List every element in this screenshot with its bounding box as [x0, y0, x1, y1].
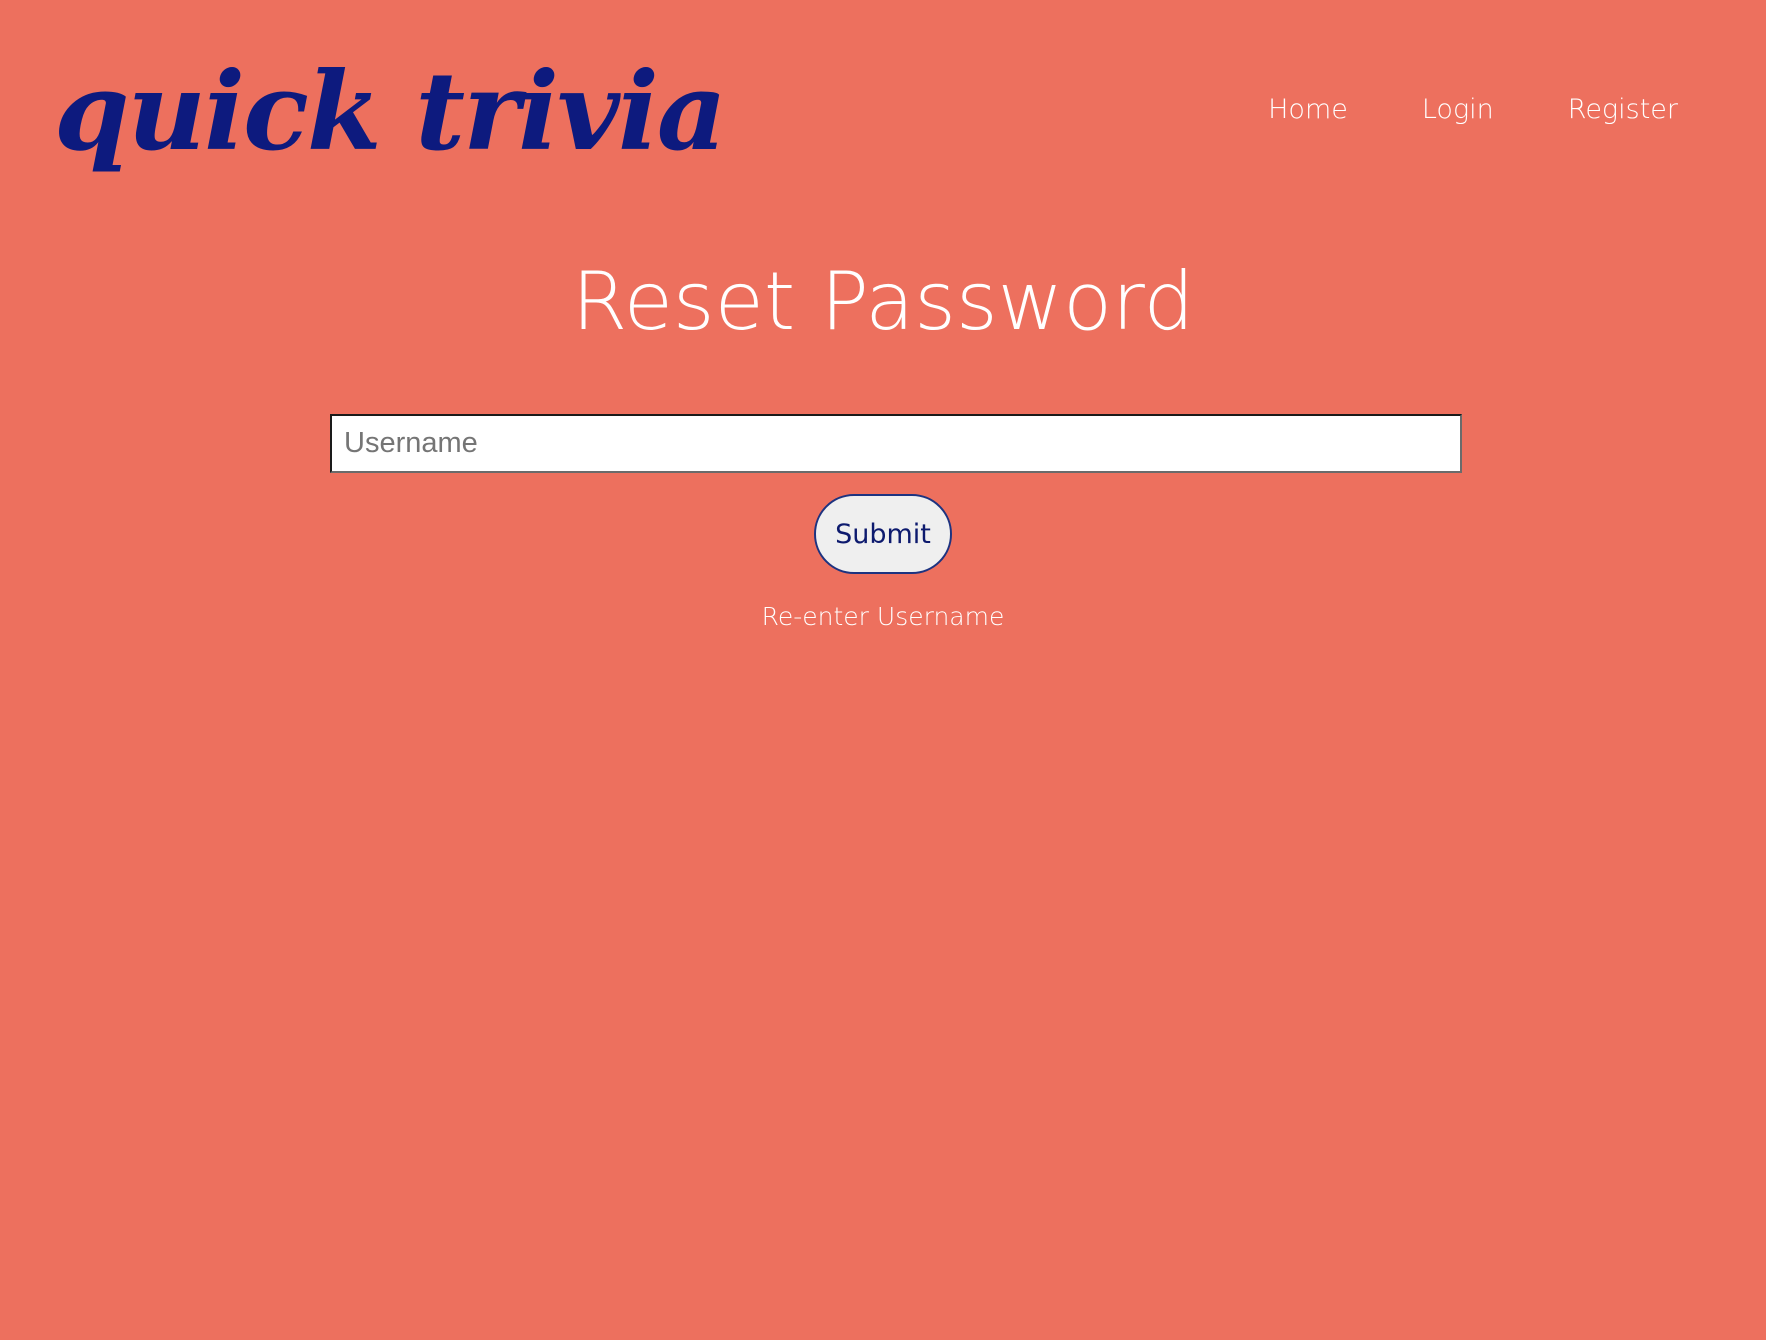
nav-login-link[interactable]: Login — [1422, 94, 1494, 125]
site-logo[interactable]: quick trivia — [54, 58, 727, 166]
reenter-username-link[interactable]: Re-enter Username — [0, 602, 1766, 631]
nav-home-link[interactable]: Home — [1268, 94, 1348, 125]
submit-button[interactable]: Submit — [814, 494, 952, 574]
username-input[interactable] — [330, 414, 1462, 473]
nav-register-link[interactable]: Register — [1568, 94, 1678, 125]
main-nav: Home Login Register — [1268, 94, 1678, 125]
page-title: Reset Password — [571, 255, 1195, 348]
